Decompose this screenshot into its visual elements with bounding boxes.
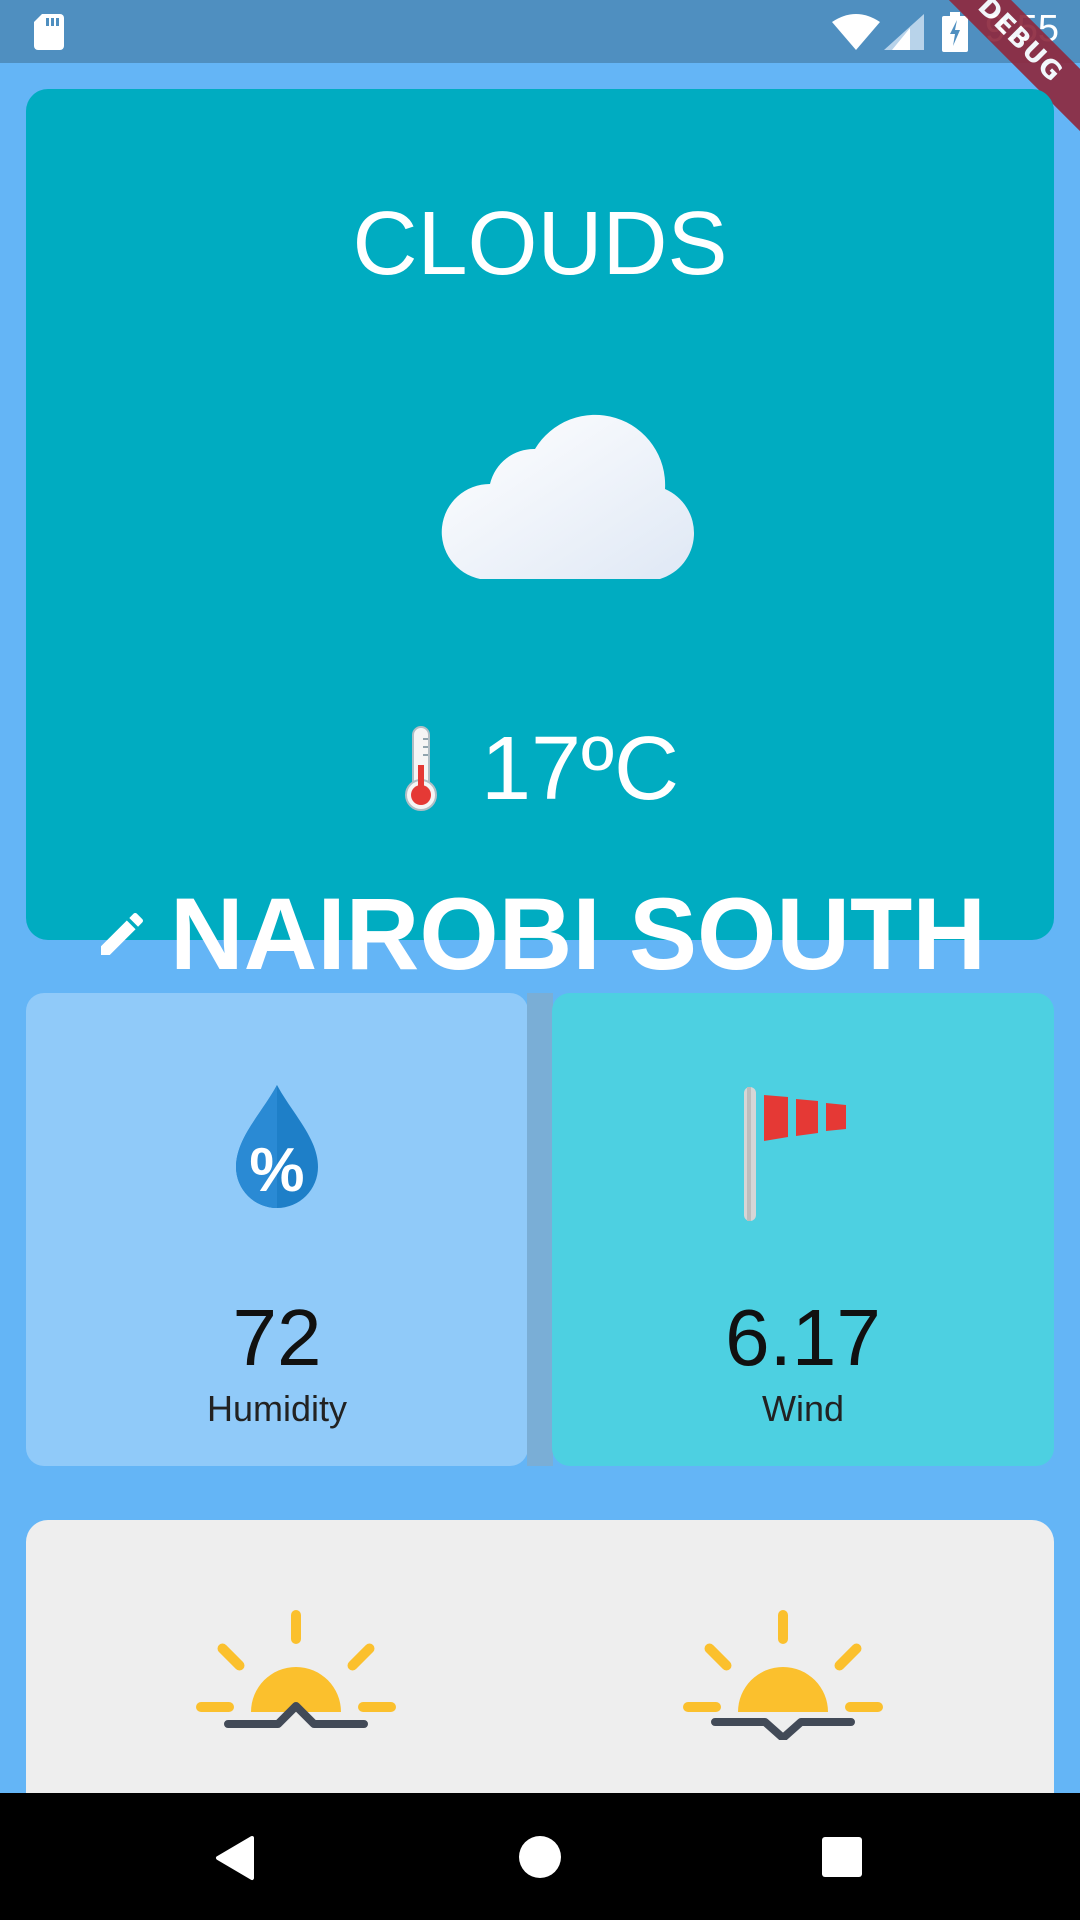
weather-condition: CLOUDS <box>352 194 728 294</box>
current-weather-card: CLOUDS 17ºC NAIROBI SOUTH <box>26 89 1054 989</box>
cloud-icon <box>441 414 695 579</box>
humidity-value: 72 <box>232 1293 322 1382</box>
stats-divider <box>527 993 553 1466</box>
wind-value: 6.17 <box>725 1293 881 1382</box>
home-icon[interactable] <box>518 1835 562 1879</box>
thermometer-icon <box>405 726 437 811</box>
wind-label: Wind <box>761 1388 845 1429</box>
sd-card-icon <box>34 14 64 50</box>
sunset-icon <box>683 1610 883 1740</box>
system-nav-bar <box>0 1793 1080 1920</box>
edit-pencil-icon[interactable] <box>94 906 150 962</box>
city-name[interactable]: NAIROBI SOUTH <box>170 879 986 989</box>
humidity-label: Humidity <box>206 1388 348 1429</box>
humidity-drop-icon: % <box>236 1085 318 1208</box>
battery-charging-icon <box>942 12 968 52</box>
signal-icon <box>884 14 924 50</box>
status-bar: 9:55 DEBUG <box>0 0 1080 141</box>
humidity-card: % 72 Humidity <box>26 993 528 1466</box>
svg-text:%: % <box>249 1136 304 1205</box>
wind-card: 6.17 Wind <box>552 993 1054 1466</box>
back-icon[interactable] <box>212 1835 256 1881</box>
sunrise-icon <box>196 1610 396 1728</box>
city-row[interactable]: NAIROBI SOUTH <box>26 879 1054 989</box>
wifi-icon <box>832 14 880 50</box>
windsock-icon <box>744 1087 846 1221</box>
temperature-row: 17ºC <box>26 719 1054 819</box>
recent-apps-icon[interactable] <box>822 1837 862 1877</box>
temperature-value: 17ºC <box>481 719 679 819</box>
